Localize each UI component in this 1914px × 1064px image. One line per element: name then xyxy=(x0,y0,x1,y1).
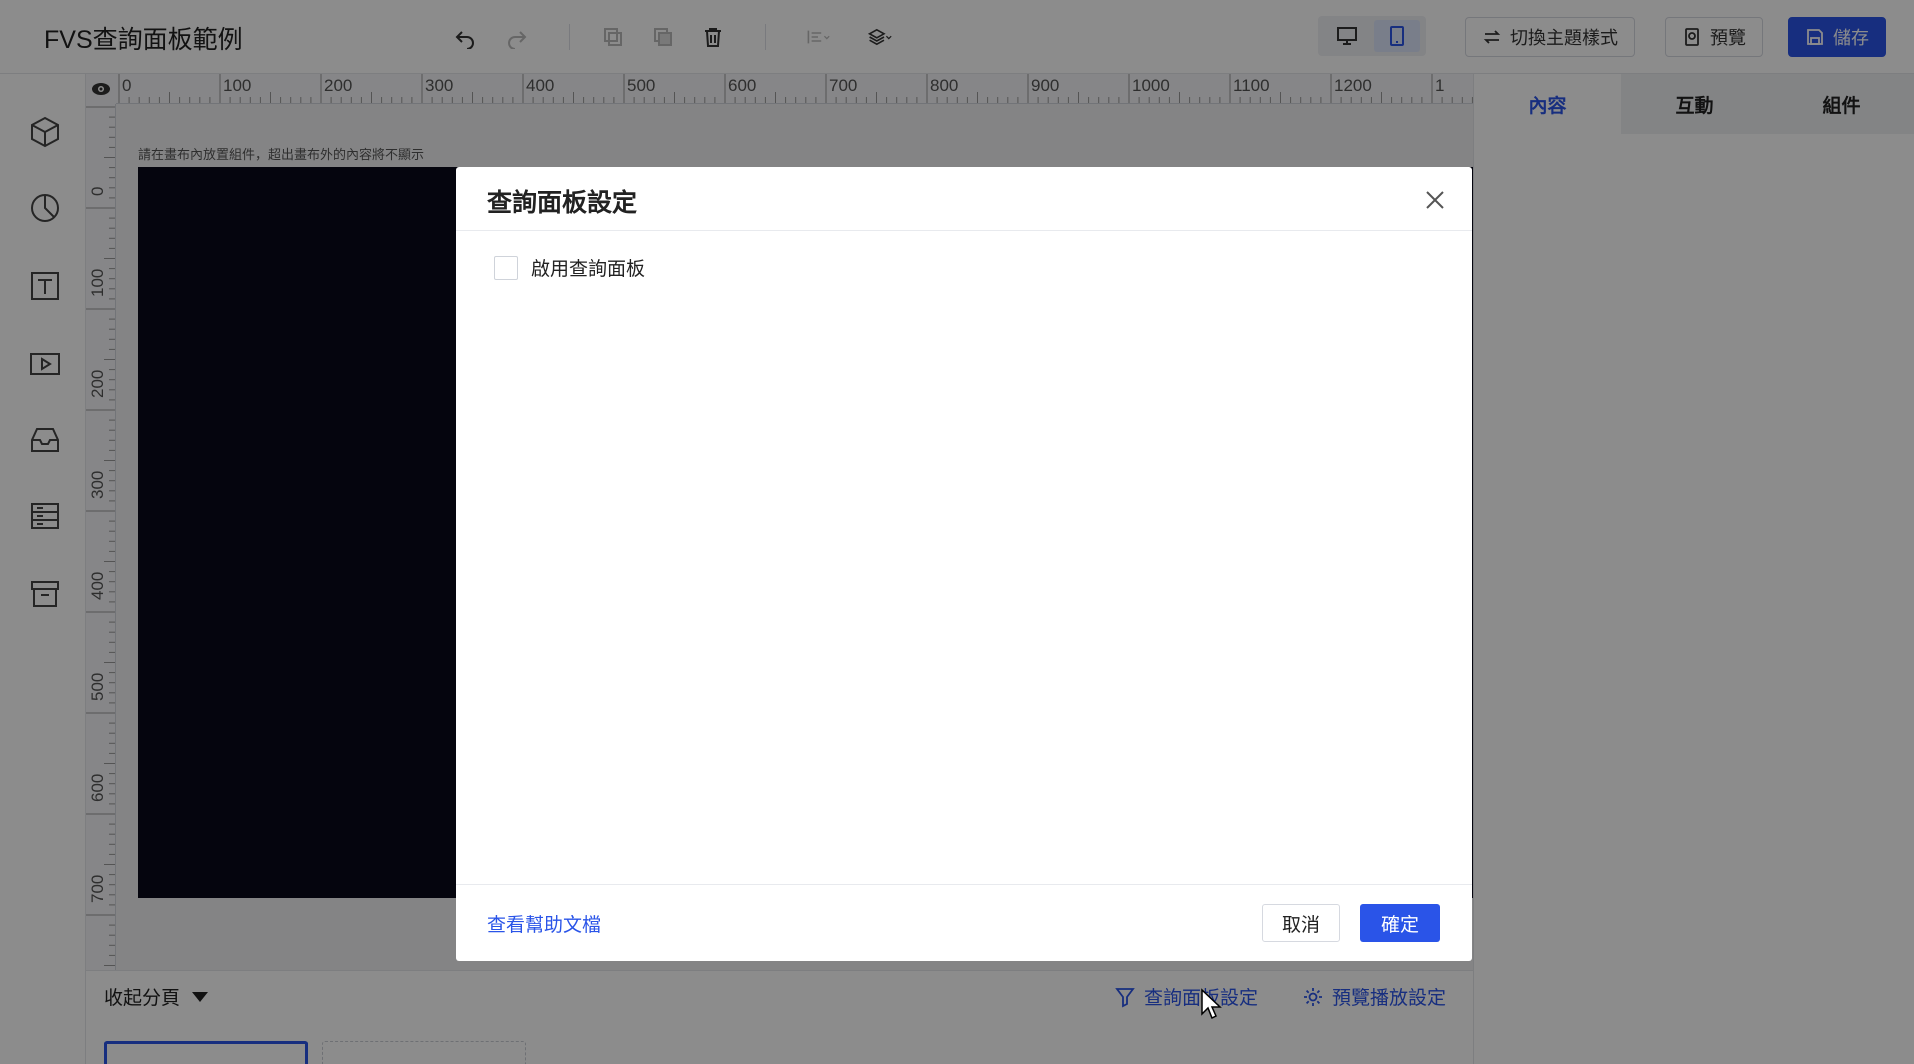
enable-query-panel-label: 啟用查詢面板 xyxy=(531,259,646,280)
dialog-divider xyxy=(456,230,1472,231)
close-icon[interactable] xyxy=(1420,185,1450,215)
cancel-button[interactable]: 取消 xyxy=(1262,904,1340,942)
dialog-divider xyxy=(456,884,1472,885)
help-docs-link[interactable]: 查看幫助文檔 xyxy=(487,910,601,937)
query-panel-settings-dialog: 查詢面板設定 啟用查詢面板 查看幫助文檔 取消 確定 xyxy=(456,167,1472,961)
enable-query-panel-checkbox[interactable] xyxy=(494,255,518,280)
enable-query-panel-option[interactable]: 啟用查詢面板 xyxy=(494,254,645,281)
dialog-title: 查詢面板設定 xyxy=(487,189,638,217)
mouse-cursor-icon xyxy=(1201,988,1222,1020)
confirm-button[interactable]: 確定 xyxy=(1360,904,1440,942)
